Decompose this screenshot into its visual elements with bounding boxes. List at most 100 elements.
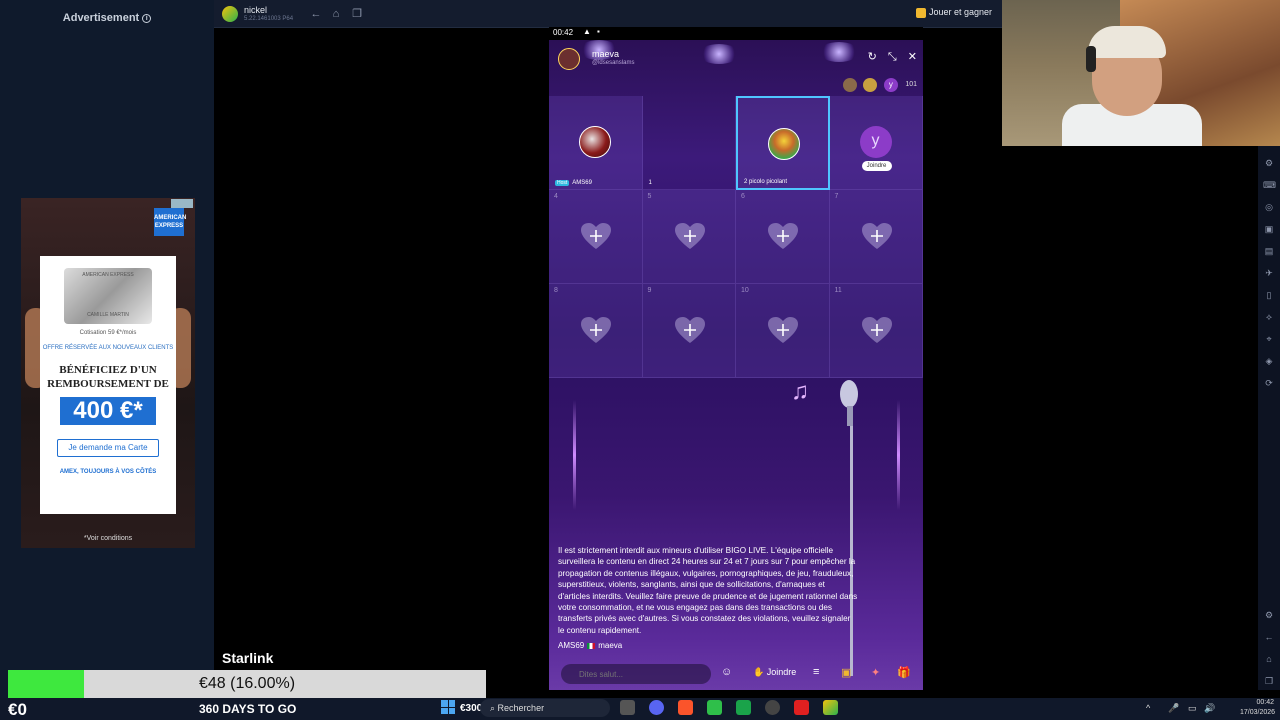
windows-start-icon[interactable] [441, 700, 455, 714]
shake-icon[interactable]: ✈ [1263, 268, 1275, 280]
bluestacks-icon[interactable] [823, 700, 838, 715]
obs-icon[interactable] [765, 700, 780, 715]
join-button[interactable]: ✋ Joindre [753, 667, 796, 678]
host-id: @ldsesanslams [592, 60, 635, 66]
discord-icon[interactable] [649, 700, 664, 715]
seat-number: 7 [834, 193, 839, 200]
ad-close-icon[interactable] [171, 199, 193, 208]
close-icon[interactable]: ✕ [908, 51, 917, 63]
play-earn-button[interactable]: Jouer et gagner [915, 7, 992, 18]
recent-apps-icon[interactable]: ❐ [1263, 676, 1275, 688]
settings-icon[interactable]: ⚙ [1263, 610, 1275, 622]
host-name[interactable]: maeva [592, 49, 619, 59]
room-actions: ↻ ⤡ ✕ [860, 50, 917, 64]
menu-icon[interactable]: ≡ [813, 666, 819, 678]
info-icon[interactable]: i [142, 13, 152, 23]
seat-host[interactable]: Host AMS69 [549, 96, 643, 190]
live-room: maeva @ldsesanslams ↻ ⤡ ✕ y 101 Host AMS6… [549, 40, 923, 690]
ad-conditions[interactable]: *Voir conditions [21, 535, 195, 542]
warning-icon: ▲ [583, 27, 591, 36]
viewer-avatar[interactable] [842, 77, 857, 92]
taskbar-search[interactable]: ⌕ Rechercher [480, 699, 610, 717]
host-avatar[interactable] [558, 48, 580, 70]
add-seat-heart-icon[interactable] [767, 316, 799, 344]
task-view-icon[interactable] [620, 700, 635, 715]
ad-banner[interactable]: AMERICAN EXPRESS AMERICAN EXPRESS CAMILL… [21, 198, 195, 548]
microphone-tray-icon[interactable]: 🎤 [1168, 703, 1179, 714]
emoji-icon[interactable]: ☺ [721, 666, 732, 678]
gift-icon [915, 7, 926, 18]
youtube-icon[interactable] [794, 700, 809, 715]
add-seat-heart-icon[interactable] [861, 222, 893, 250]
back-arrow-icon[interactable]: ← [308, 6, 324, 22]
seat-empty[interactable]: 6 [736, 190, 830, 284]
avatar[interactable] [768, 128, 800, 160]
chat-text: maeva [598, 641, 623, 650]
viewer-count[interactable]: 101 [905, 81, 917, 88]
add-seat-heart-icon[interactable] [861, 316, 893, 344]
gift-icon[interactable]: 🎁 [897, 666, 911, 679]
viewer-avatar[interactable]: y [883, 77, 898, 92]
seat-empty[interactable]: 4 [549, 190, 643, 284]
seat-empty[interactable]: 10 [736, 284, 830, 378]
phone-status-bar: 00:42 ▲ ▪ [549, 27, 923, 40]
add-seat-heart-icon[interactable] [767, 222, 799, 250]
play-store-icon[interactable] [736, 700, 751, 715]
screenshot-icon[interactable]: ◎ [1263, 202, 1275, 214]
app-icon[interactable] [707, 700, 722, 715]
avatar[interactable]: y [859, 126, 892, 158]
display-icon[interactable]: ▭ [1188, 703, 1197, 714]
layers-icon[interactable]: ◈ [1263, 356, 1275, 368]
headset [1086, 46, 1096, 72]
location-icon[interactable]: ⌖ [1263, 334, 1275, 346]
add-seat-heart-icon[interactable] [580, 316, 612, 344]
seat-2[interactable]: 2 picolo picolant [736, 96, 830, 190]
seat-empty[interactable]: 9 [642, 284, 736, 378]
ad-tagline: AMEX, TOUJOURS À VOS CÔTÉS [59, 469, 157, 475]
seat-empty[interactable]: 7 [829, 190, 923, 284]
media-icon[interactable]: ▤ [1263, 246, 1275, 258]
ad-headline: BÉNÉFICIEZ D'UN REMBOURSEMENT DE [47, 364, 169, 390]
volume-icon[interactable]: 🔊 [1204, 703, 1215, 714]
sidebar-tool-icon[interactable]: ⚙ [1263, 158, 1275, 170]
tray-chevron-icon[interactable]: ^ [1146, 703, 1150, 713]
chat-input[interactable] [561, 664, 711, 684]
add-seat-heart-icon[interactable] [674, 222, 706, 250]
emulator-sidebar: ⚙ ⌨ ◎ ▣ ▤ ✈ ▯ ⟡ ⌖ ◈ ⟳ ⚙ ← ⌂ ❐ [1258, 146, 1280, 690]
sync-icon[interactable]: ⟳ [1263, 378, 1275, 390]
seat-empty[interactable]: 5 [642, 190, 736, 284]
window-title: nickel [244, 5, 268, 15]
brave-browser-icon[interactable] [678, 700, 693, 715]
stage-light [573, 400, 576, 510]
game-icon[interactable]: ▣ [841, 666, 851, 679]
flag-icon [587, 642, 596, 649]
seat-1[interactable]: 1 [642, 96, 736, 190]
seat-empty[interactable]: 8 [549, 284, 643, 378]
taskbar-clock[interactable]: 00:42 17/03/2026 [1240, 698, 1275, 718]
files-icon[interactable]: ▯ [1263, 290, 1275, 302]
home-icon[interactable]: ⌂ [328, 6, 344, 22]
viewer-avatar[interactable] [863, 77, 878, 92]
home-icon[interactable]: ⌂ [1263, 654, 1275, 666]
recent-apps-icon[interactable]: ❐ [349, 6, 365, 22]
add-seat-heart-icon[interactable] [580, 222, 612, 250]
donation-progress-bar: €48 (16.00%) [8, 670, 486, 698]
ad-cta-button[interactable]: Je demande ma Carte [57, 439, 159, 457]
camera-icon[interactable]: ▣ [1263, 224, 1275, 236]
chat-username[interactable]: AMS69 [558, 641, 584, 650]
viewer-list[interactable]: y 101 [841, 76, 917, 94]
seat-3[interactable]: y Joindre [829, 96, 923, 190]
rocket-icon[interactable]: ✦ [871, 666, 880, 679]
eco-icon[interactable]: ⟡ [1263, 312, 1275, 324]
join-seat-button[interactable]: Joindre [861, 161, 892, 171]
share-icon[interactable]: ↻ [868, 51, 877, 63]
seat-empty[interactable]: 11 [829, 284, 923, 378]
seat-number: 9 [647, 287, 652, 294]
add-seat-heart-icon[interactable] [674, 316, 706, 344]
sponsor-label: Starlink [222, 650, 274, 666]
minimize-icon[interactable]: ⤡ [888, 51, 897, 63]
avatar[interactable] [579, 126, 611, 158]
back-icon[interactable]: ← [1263, 632, 1275, 644]
spotlight [699, 44, 739, 64]
keyboard-icon[interactable]: ⌨ [1263, 180, 1276, 192]
